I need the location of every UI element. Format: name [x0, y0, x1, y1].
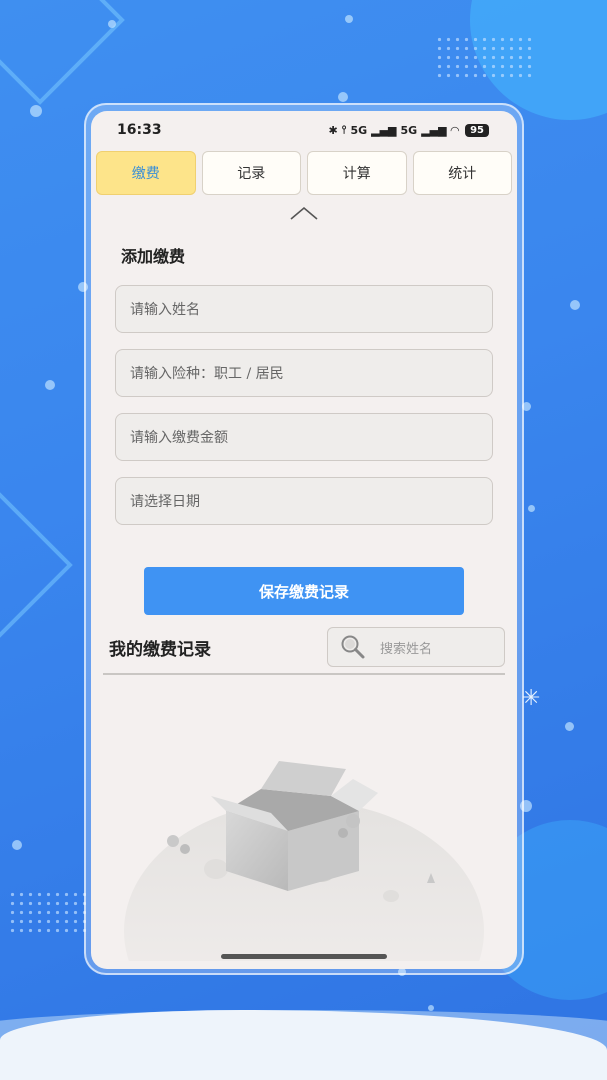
status-time: 16:33 [117, 122, 162, 138]
network-label-1: 5G [350, 123, 368, 137]
form-title: 添加缴费 [121, 247, 186, 266]
sparkle-icon: ✳ [522, 686, 541, 711]
empty-box-illustration [124, 761, 484, 961]
save-record-button[interactable]: 保存缴费记录 [144, 567, 464, 615]
date-placeholder: 请选择日期 [130, 494, 200, 510]
signal-icon: ▂▄▆ [371, 123, 397, 137]
wifi-icon: ◠ [450, 123, 460, 137]
search-placeholder: 搜索姓名 [380, 641, 433, 657]
amount-placeholder: 请输入缴费金额 [130, 430, 228, 446]
records-title: 我的缴费记录 [109, 639, 211, 660]
tab-bar: 缴费 记录 计算 统计 [91, 149, 517, 195]
battery-badge: 95 [465, 123, 489, 137]
bluetooth-icon: ✱ [328, 123, 338, 137]
tab-records[interactable]: 记录 [201, 151, 301, 195]
name-placeholder: 请输入姓名 [130, 302, 200, 318]
insurance-type-field[interactable]: 请输入险种：职工 / 居民 [115, 349, 493, 397]
records-header: 我的缴费记录 搜索姓名 [109, 627, 505, 667]
tab-statistics[interactable]: 统计 [412, 151, 512, 195]
date-field[interactable]: 请选择日期 [115, 477, 493, 525]
name-field[interactable]: 请输入姓名 [115, 285, 493, 333]
payment-form: 请输入姓名 请输入险种：职工 / 居民 请输入缴费金额 请选择日期 [91, 285, 517, 525]
signal-icon-2: ▂▄▆ [421, 123, 447, 137]
home-indicator[interactable] [221, 954, 387, 959]
status-bar: 16:33 ✱ ⫯ 5G ▂▄▆ 5G ▂▄▆ ◠ 95 [91, 111, 517, 149]
chevron-up-icon [290, 206, 318, 220]
insurance-placeholder: 请输入险种：职工 / 居民 [130, 366, 284, 382]
collapse-toggle[interactable] [91, 205, 517, 229]
search-icon [341, 635, 365, 659]
search-input[interactable]: 搜索姓名 [327, 627, 505, 667]
network-label-2: 5G [400, 123, 418, 137]
tab-payment[interactable]: 缴费 [96, 151, 196, 195]
app-screen: 16:33 ✱ ⫯ 5G ▂▄▆ 5G ▂▄▆ ◠ 95 缴费 记录 计算 统计… [91, 111, 517, 969]
status-icons: ✱ ⫯ 5G ▂▄▆ 5G ▂▄▆ ◠ 95 [328, 123, 489, 137]
vibrate-icon: ⫯ [341, 123, 347, 136]
amount-field[interactable]: 请输入缴费金额 [115, 413, 493, 461]
records-divider [103, 673, 505, 675]
tab-calculate[interactable]: 计算 [307, 151, 407, 195]
